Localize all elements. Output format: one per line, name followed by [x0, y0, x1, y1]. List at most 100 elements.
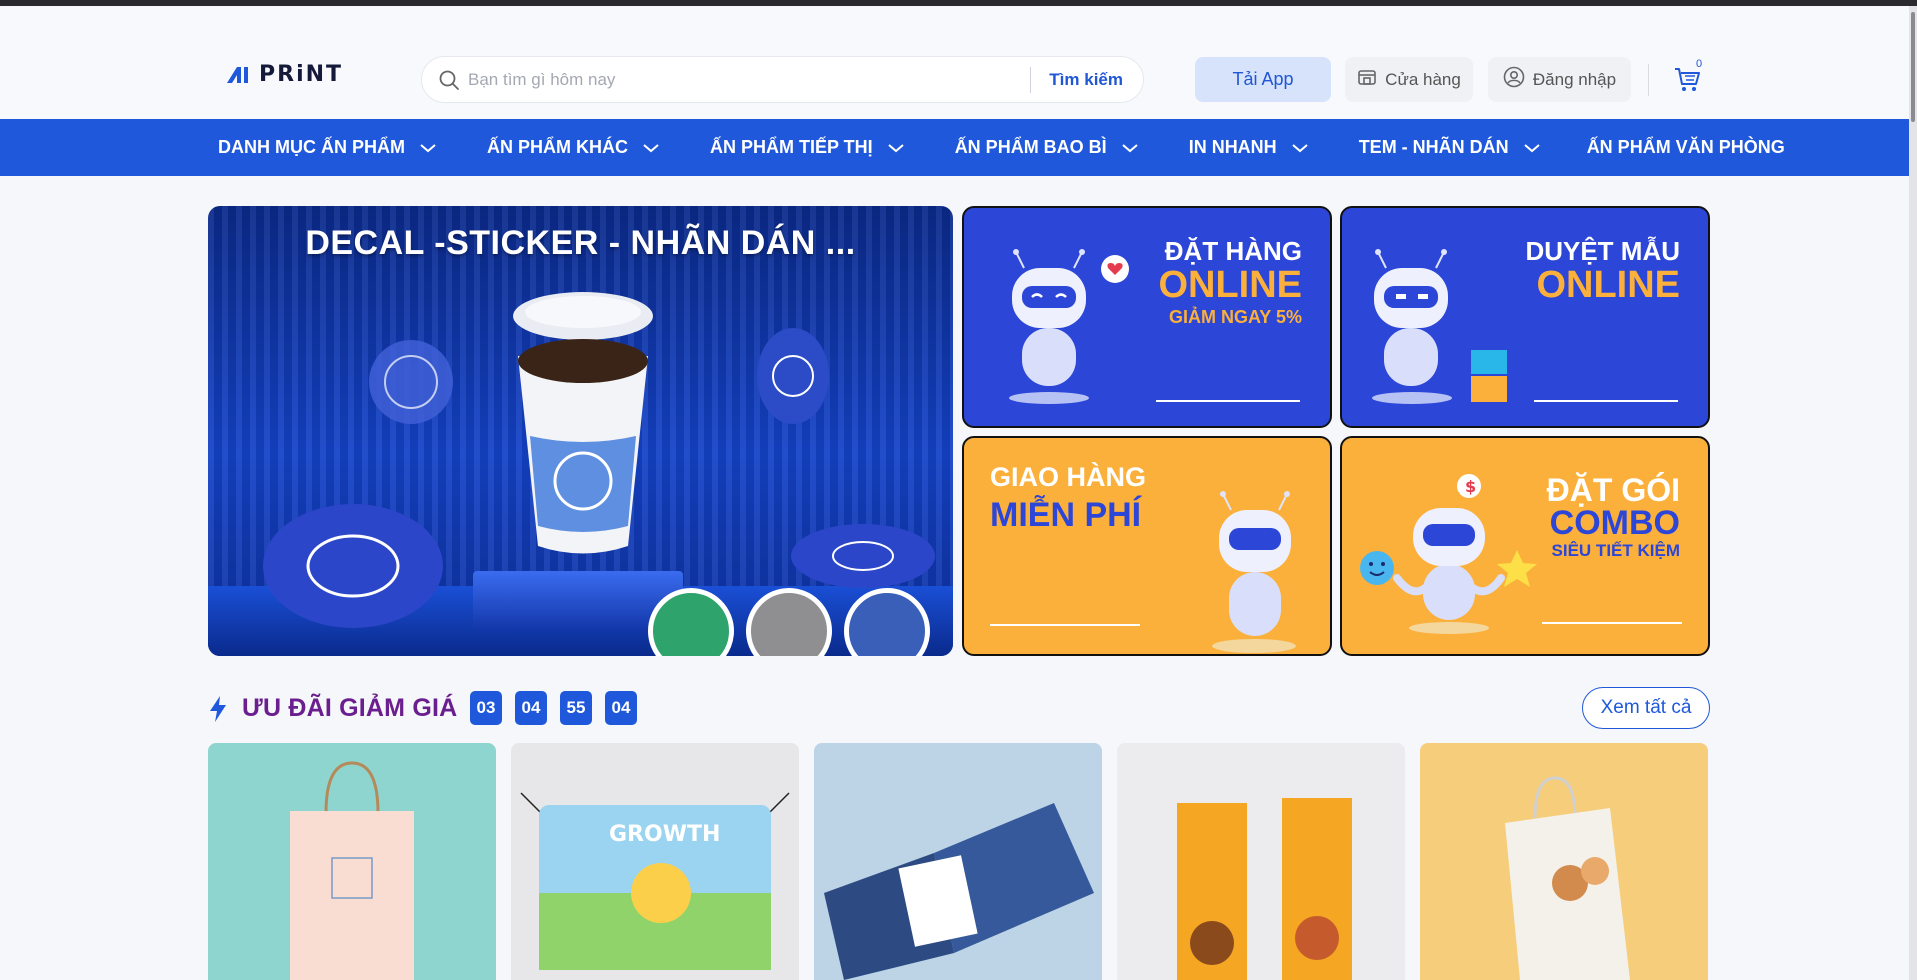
promo-underline — [1542, 622, 1682, 624]
cart-count-badge: 0 — [1696, 58, 1703, 70]
promo-approve-design-online[interactable]: DUYỆT MẪU ONLINE — [1340, 206, 1710, 428]
svg-text:$: $ — [1465, 477, 1476, 496]
product-card[interactable] — [208, 743, 496, 980]
store-button[interactable]: Cửa hàng — [1345, 57, 1473, 102]
see-all-button[interactable]: Xem tất cả — [1582, 687, 1710, 729]
product-list: GROWTH — [208, 743, 1708, 980]
scrollbar-thumb[interactable] — [1911, 12, 1915, 122]
timer-days: 03 — [470, 691, 502, 725]
logo-wordmark: PRiNT — [259, 62, 344, 87]
chevron-down-icon — [1292, 143, 1308, 152]
timer-seconds: 04 — [605, 691, 637, 725]
promo-line1: ĐẶT HÀNG — [1164, 236, 1302, 266]
site-logo[interactable]: PRiNT — [225, 62, 343, 87]
logo-mark-icon — [225, 65, 255, 85]
chevron-down-icon — [1524, 143, 1540, 152]
growth-banner-image: GROWTH — [520, 792, 790, 970]
main-navigation: DANH MỤC ẤN PHẨM ẤN PHẨM KHÁC ẤN PHẨM TI… — [0, 119, 1909, 176]
promo-underline — [1156, 400, 1300, 402]
nav-item-label: ẤN PHẨM BAO BÌ — [954, 137, 1107, 157]
nav-item-an-pham-van-phong[interactable]: ẤN PHẨM VĂN PHÒNG — [1587, 137, 1785, 158]
food-menu-standee-image — [1177, 798, 1352, 980]
nav-item-label: TEM - NHÃN DÁN — [1358, 137, 1509, 157]
promo-line2: ONLINE — [1536, 264, 1680, 306]
header-divider — [1648, 64, 1649, 96]
search-input[interactable] — [468, 69, 1031, 90]
timer-minutes: 55 — [560, 691, 592, 725]
sticker-image — [263, 504, 443, 628]
product-card[interactable] — [814, 743, 1102, 980]
nav-item-label: ẤN PHẨM VĂN PHÒNG — [1586, 137, 1785, 157]
sticker-image — [369, 340, 453, 424]
presentation-folder-image — [824, 803, 1094, 980]
nav-item-label: IN NHANH — [1188, 137, 1277, 157]
search-button[interactable]: Tìm kiếm — [1049, 70, 1123, 90]
promo-line3: GIẢM NGAY 5% — [1168, 307, 1302, 327]
store-icon — [1357, 67, 1377, 92]
chevron-down-icon — [888, 143, 904, 152]
nav-item-label: ẤN PHẨM KHÁC — [487, 137, 628, 157]
login-button[interactable]: Đăng nhập — [1488, 57, 1631, 102]
chevron-down-icon — [420, 143, 436, 152]
robot-illustration: $ — [1360, 474, 1537, 634]
promo-order-online[interactable]: ĐẶT HÀNG ONLINE GIẢM NGAY 5% — [962, 206, 1332, 428]
nav-item-danh-muc-an-pham[interactable]: DANH MỤC ẤN PHẨM — [218, 137, 437, 158]
promo-line3: SIÊU TIẾT KIỆM — [1551, 541, 1680, 560]
store-button-label: Cửa hàng — [1385, 69, 1461, 89]
thumbnail-image[interactable] — [844, 588, 930, 656]
timer-hours: 04 — [515, 691, 547, 725]
promo-underline — [990, 624, 1140, 626]
page-scrollbar[interactable] — [1909, 6, 1917, 980]
nav-item-label: ẤN PHẨM TIẾP THỊ — [710, 137, 873, 157]
product-card[interactable]: GROWTH — [511, 743, 799, 980]
promo-line1: DUYỆT MẪU — [1525, 236, 1680, 266]
sticker-image — [791, 524, 935, 588]
cart-icon — [1672, 68, 1702, 98]
nav-item-an-pham-tiep-thi[interactable]: ẤN PHẨM TIẾP THỊ — [710, 137, 905, 158]
product-card[interactable] — [1117, 743, 1405, 980]
coffee-cup-image — [513, 292, 653, 554]
user-icon — [1503, 66, 1525, 93]
nav-item-label: DANH MỤC ẤN PHẨM — [218, 137, 405, 157]
bakery-paper-bag-image — [1505, 776, 1630, 980]
promo-line2: MIỄN PHÍ — [990, 496, 1142, 534]
promo-line1: ĐẶT GÓI — [1546, 472, 1680, 508]
nav-item-an-pham-khac[interactable]: ẤN PHẨM KHÁC — [487, 137, 660, 158]
heart-bubble-icon — [1101, 255, 1129, 283]
hero-title: DECAL -STICKER - NHÃN DÁN ... — [305, 224, 856, 262]
robot-illustration — [1372, 249, 1452, 404]
robot-illustration — [1212, 491, 1296, 653]
promo-line2: ONLINE — [1158, 264, 1302, 306]
nav-item-in-nhanh[interactable]: IN NHANH — [1189, 137, 1309, 158]
lightning-icon — [210, 696, 226, 722]
promo-line1: GIAO HÀNG — [990, 462, 1147, 492]
hero-thumbnails — [648, 588, 930, 656]
product-card[interactable] — [1420, 743, 1708, 980]
deals-section-header: ƯU ĐÃI GIẢM GIÁ 03 04 55 04 Xem tất cả — [208, 686, 1710, 730]
promo-underline — [1534, 400, 1678, 402]
download-app-button[interactable]: Tải App — [1195, 57, 1331, 102]
hero-banner[interactable]: DECAL -STICKER - NHÃN DÁN ... — [208, 206, 953, 656]
robot-illustration — [1009, 249, 1089, 404]
site-header: PRiNT Tìm kiếm Tải App Cửa hàng Đăng nhậ… — [0, 6, 1909, 119]
chevron-down-icon — [1122, 143, 1138, 152]
search-bar: Tìm kiếm — [421, 56, 1144, 103]
thumbnail-image[interactable] — [648, 588, 734, 656]
promo-free-delivery[interactable]: GIAO HÀNG MIỄN PHÍ — [962, 436, 1332, 656]
search-icon — [438, 69, 460, 91]
search-divider — [1030, 66, 1032, 93]
sticker-image — [757, 328, 829, 424]
cart-button[interactable]: 0 — [1672, 58, 1702, 94]
promo-line2: COMBO — [1549, 504, 1680, 542]
boxes-icon — [1471, 350, 1507, 402]
chevron-down-icon — [643, 143, 659, 152]
deals-title: ƯU ĐÃI GIẢM GIÁ — [242, 694, 458, 722]
login-button-label: Đăng nhập — [1532, 69, 1617, 89]
nav-item-an-pham-bao-bi[interactable]: ẤN PHẨM BAO BÌ — [955, 137, 1139, 158]
thumbnail-image[interactable] — [746, 588, 832, 656]
countdown-timer: 03 04 55 04 — [470, 691, 637, 725]
nav-item-tem-nhan-dan[interactable]: TEM - NHÃN DÁN — [1359, 137, 1541, 158]
promo-combo-package[interactable]: $ ĐẶT GÓI COMBO SIÊU TIẾT KIỆM — [1340, 436, 1710, 656]
svg-text:GROWTH: GROWTH — [609, 822, 720, 847]
paper-bag-image — [290, 761, 414, 980]
